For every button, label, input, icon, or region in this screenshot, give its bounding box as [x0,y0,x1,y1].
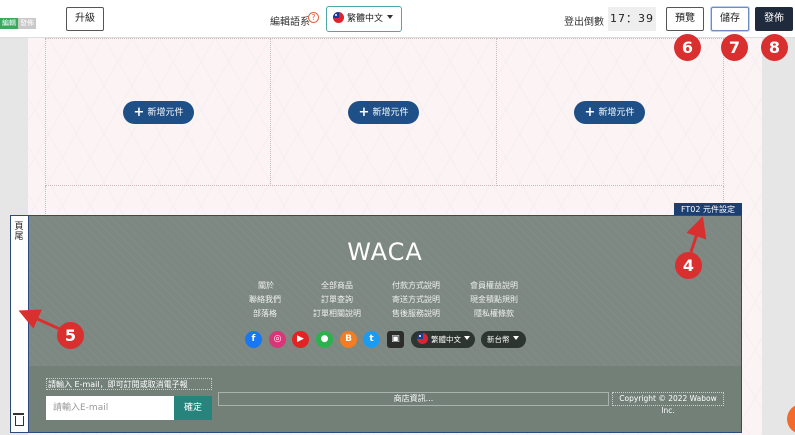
taiwan-flag-icon [417,333,428,344]
line-icon[interactable]: ● [316,331,333,348]
copyright: Copyright © 2022 Wabow Inc. [612,392,724,415]
footer-link[interactable]: 寄送方式說明 [392,294,440,305]
footer-link[interactable]: 全部商品 [321,280,353,291]
chevron-down-icon [512,336,519,340]
empty-layout-row[interactable] [45,186,724,216]
edit-mode-tag[interactable]: 編輯 [0,18,18,29]
annotation-marker-6: 6 [674,34,701,61]
taiwan-flag-icon [333,12,344,23]
footer-link[interactable]: 售後服務說明 [392,308,440,319]
newsletter-label: 請輸入 E-mail，即可訂閱或取消電子報 [46,378,212,390]
chat-bubble-icon[interactable] [787,404,795,434]
publish-mode-tag[interactable]: 發佈 [18,18,36,29]
instagram-icon[interactable]: ◎ [269,331,286,348]
annotation-marker-8: 8 [761,34,788,61]
save-button[interactable]: 儲存 [711,7,749,31]
add-element-label: 新增元件 [598,108,635,118]
preview-button[interactable]: 預覽 [666,7,704,31]
footer-link[interactable]: 隱私權條款 [474,308,514,319]
language-select[interactable]: 繁體中文 [326,6,402,32]
twitter-icon[interactable]: t [363,331,380,348]
plus-icon: + [584,105,596,120]
annotation-marker-4: 4 [675,252,702,279]
footer-link[interactable]: 部落格 [253,308,277,319]
email-input[interactable] [46,396,174,420]
footer-language-value: 繁體中文 [431,335,461,344]
footer-currency-value: 新台幣 [487,335,510,344]
footer-link[interactable]: 訂單相關說明 [313,308,361,319]
add-element-label: 新增元件 [372,108,409,118]
youtube-icon[interactable]: ▶ [292,331,309,348]
language-select-value: 繁體中文 [347,14,384,24]
question-circle-icon[interactable]: ? [308,12,319,23]
footer-link[interactable]: 會員權益說明 [470,280,518,291]
chevron-down-icon [464,336,470,340]
shop-icon[interactable]: ▣ [387,331,404,348]
blogger-icon[interactable]: B [340,331,357,348]
footer-link[interactable]: 關於 [258,280,274,291]
add-element-button-1[interactable]: + 新增元件 [123,101,194,124]
footer-brand: WACA [347,238,423,266]
top-toolbar: 編輯 發佈 升級 編輯語系 ? 繁體中文 登出倒數 17：39 預覽 儲存 發佈 [0,0,795,38]
footer-side-tab[interactable]: 頁尾 [10,215,28,433]
logout-countdown-label: 登出倒數 [564,17,604,28]
plus-icon: + [358,105,370,120]
footer-link[interactable]: 訂單查詢 [321,294,353,305]
logout-timer: 17：39 [608,7,656,31]
footer-side-label: 頁尾 [14,222,24,242]
annotation-marker-7: 7 [721,34,748,61]
publish-button[interactable]: 發佈 [755,7,793,31]
confirm-button[interactable]: 確定 [174,396,212,420]
add-element-label: 新增元件 [147,108,184,118]
facebook-icon[interactable]: f [245,331,262,348]
upgrade-button[interactable]: 升級 [66,7,104,31]
footer-link[interactable]: 現金積點規則 [470,294,518,305]
footer-link[interactable]: 聯絡我們 [249,294,281,305]
trash-icon[interactable] [13,413,24,426]
footer-currency-select[interactable]: 新台幣 [481,331,526,348]
footer-block[interactable]: WACA 關於 全部商品 付款方式說明 會員權益說明 聯絡我們 訂單查詢 寄送方… [28,215,742,433]
add-element-button-2[interactable]: + 新增元件 [348,101,419,124]
plus-icon: + [133,105,145,120]
footer-link[interactable]: 付款方式說明 [392,280,440,291]
footer-language-select[interactable]: 繁體中文 [411,331,475,348]
chevron-down-icon [387,15,394,19]
edit-language-label: 編輯語系 [270,17,310,28]
add-element-button-3[interactable]: + 新增元件 [574,101,645,124]
store-info[interactable]: 商店資訊... [218,392,609,406]
annotation-marker-5: 5 [57,322,84,349]
